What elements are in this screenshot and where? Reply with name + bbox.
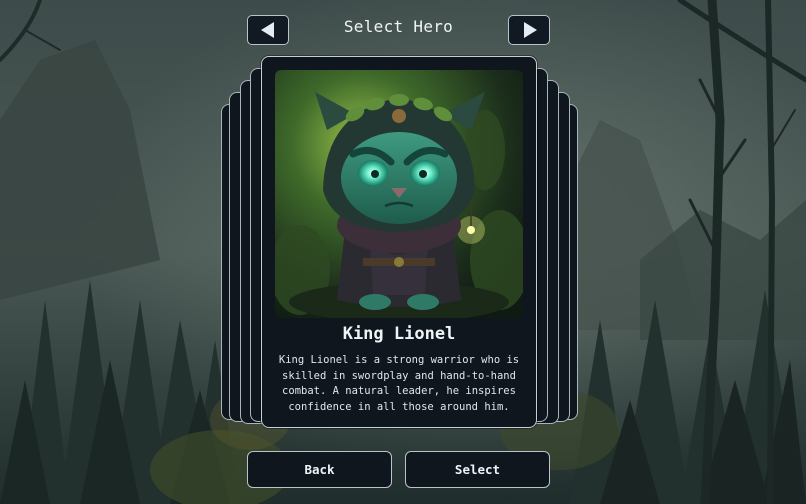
hero-description: King Lionel is a strong warrior who is s… — [278, 354, 520, 413]
hero-portrait-image — [275, 70, 523, 318]
left-arrow-icon — [260, 22, 274, 38]
hero-name: King Lionel — [342, 324, 456, 344]
hero-portrait — [275, 70, 523, 318]
previous-hero-button[interactable] — [247, 15, 289, 45]
right-arrow-icon — [523, 22, 537, 38]
next-hero-button[interactable] — [508, 15, 550, 45]
select-button[interactable]: Select — [405, 451, 550, 488]
hero-card[interactable]: King Lionel King Lionel is a strong warr… — [261, 56, 537, 428]
page-title: Select Hero — [343, 17, 454, 36]
back-button[interactable]: Back — [247, 451, 392, 488]
